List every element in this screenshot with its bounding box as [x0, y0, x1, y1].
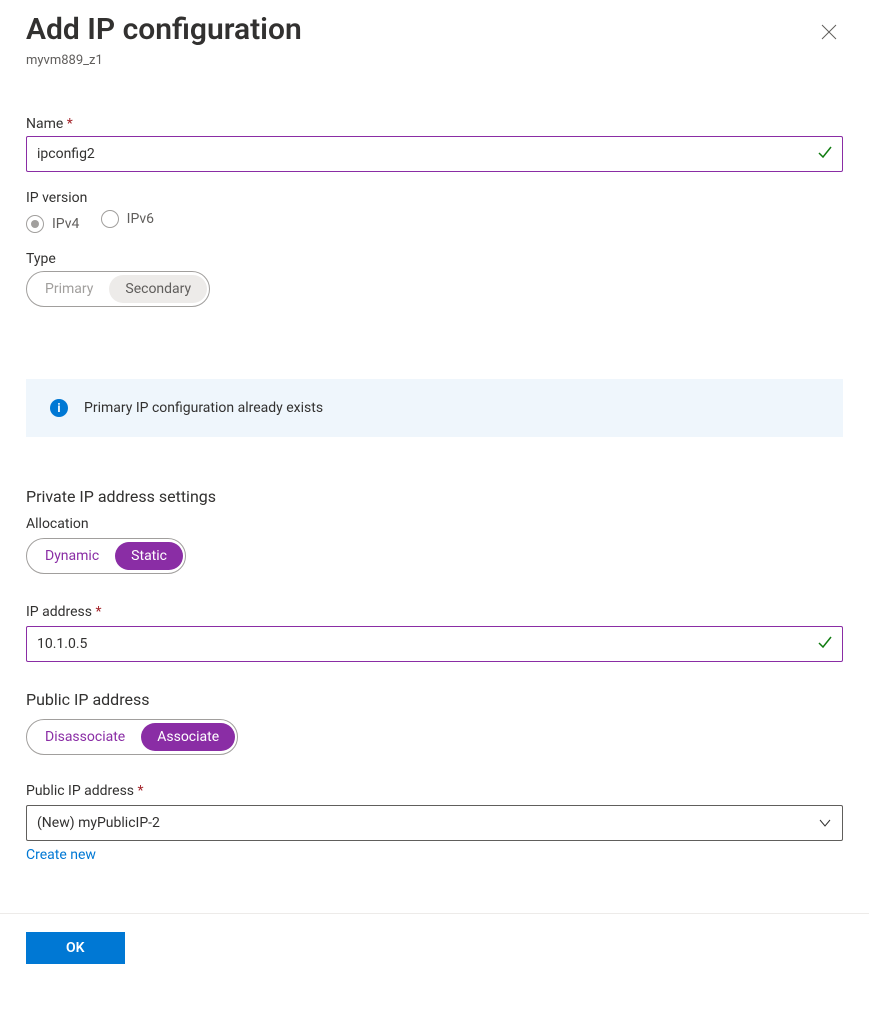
chevron-down-icon	[818, 816, 832, 830]
type-secondary[interactable]: Secondary	[109, 275, 207, 303]
name-input[interactable]	[26, 136, 843, 172]
ip-version-ipv4[interactable]: IPv4	[26, 215, 79, 233]
info-icon: i	[50, 399, 68, 417]
association-associate[interactable]: Associate	[141, 723, 235, 751]
radio-icon	[101, 210, 119, 228]
allocation-dynamic[interactable]: Dynamic	[29, 542, 115, 570]
close-icon	[821, 24, 837, 40]
private-ip-heading: Private IP address settings	[26, 487, 843, 506]
radio-icon	[26, 215, 44, 233]
allocation-label: Allocation	[26, 516, 843, 532]
allocation-static[interactable]: Static	[115, 542, 183, 570]
create-new-link[interactable]: Create new	[26, 847, 96, 863]
ip-version-label: IP version	[26, 190, 843, 206]
ip-address-label: IP address	[26, 604, 843, 620]
public-ip-dropdown[interactable]: (New) myPublicIP-2	[26, 805, 843, 841]
type-toggle: Primary Secondary	[26, 271, 210, 307]
radio-label: IPv6	[127, 211, 154, 227]
association-toggle: Disassociate Associate	[26, 719, 238, 755]
page-title: Add IP configuration	[26, 12, 302, 48]
name-label: Name	[26, 116, 843, 132]
radio-label: IPv4	[52, 216, 79, 232]
type-primary: Primary	[29, 275, 109, 303]
checkmark-icon	[817, 144, 833, 164]
info-message: Primary IP configuration already exists	[84, 400, 323, 416]
ip-address-input[interactable]	[26, 626, 843, 662]
info-box: i Primary IP configuration already exist…	[26, 379, 843, 437]
ok-button[interactable]: OK	[26, 932, 125, 964]
dropdown-value: (New) myPublicIP-2	[37, 815, 160, 831]
type-label: Type	[26, 251, 843, 267]
page-subtitle: myvm889_z1	[26, 53, 843, 68]
public-ip-address-label: Public IP address	[26, 783, 843, 799]
close-button[interactable]	[815, 18, 843, 49]
allocation-toggle: Dynamic Static	[26, 538, 186, 574]
ip-version-group: IPv4 IPv6	[26, 210, 843, 233]
association-disassociate[interactable]: Disassociate	[29, 723, 141, 751]
ip-version-ipv6[interactable]: IPv6	[101, 210, 154, 228]
public-ip-heading: Public IP address	[26, 690, 843, 709]
checkmark-icon	[817, 634, 833, 654]
